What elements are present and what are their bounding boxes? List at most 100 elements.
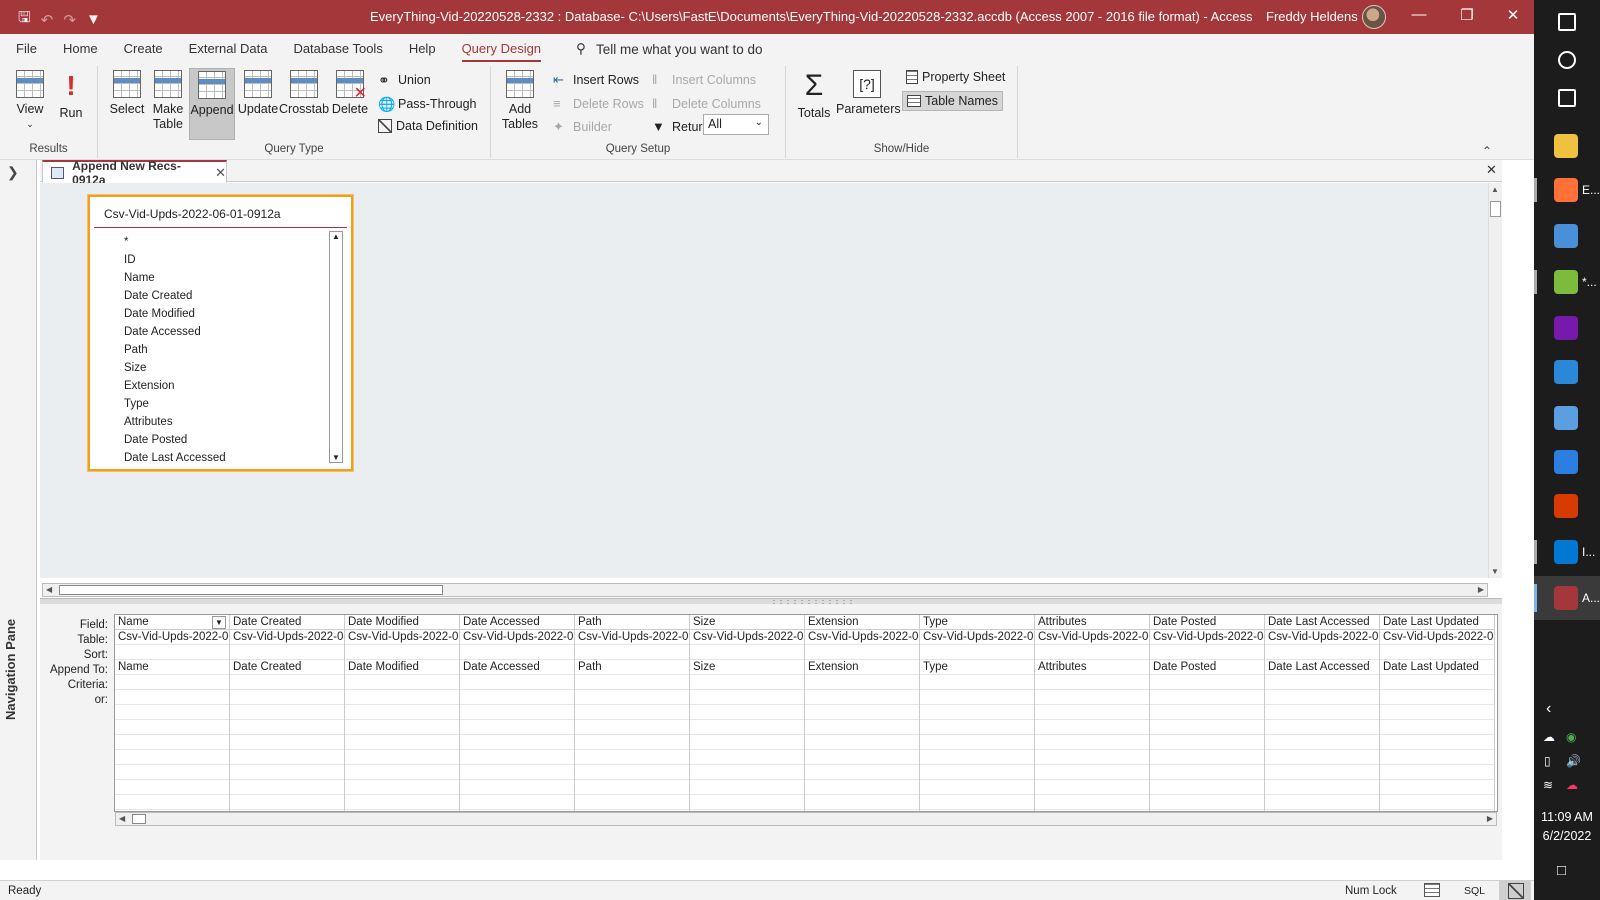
totals-button[interactable]: Σ Totals xyxy=(794,70,834,121)
grid-sort-cell[interactable] xyxy=(460,645,574,660)
grid-empty-cell[interactable] xyxy=(115,735,229,750)
design-view-icon[interactable] xyxy=(1499,881,1531,900)
grid-empty-cell[interactable] xyxy=(1150,765,1264,780)
add-tables-button[interactable]: Add Tables xyxy=(499,70,541,132)
taskbar-item[interactable] xyxy=(1534,214,1600,258)
grid-or-cell[interactable] xyxy=(460,690,574,705)
grid-empty-cell[interactable] xyxy=(230,750,344,765)
run-button[interactable]: ! Run xyxy=(55,70,87,121)
grid-empty-cell[interactable] xyxy=(1265,720,1379,735)
grid-criteria-cell[interactable] xyxy=(115,675,229,690)
grid-empty-cell[interactable] xyxy=(115,750,229,765)
grid-empty-cell[interactable] xyxy=(805,720,919,735)
taskbar-item[interactable] xyxy=(1534,484,1600,528)
tell-me-search[interactable]: ⚲ Tell me what you want to do xyxy=(576,41,762,57)
grid-empty-cell[interactable] xyxy=(1265,795,1379,810)
delete-query-button[interactable]: ✕ Delete xyxy=(330,70,370,117)
grid-table-cell[interactable]: Csv-Vid-Upds-2022-06 xyxy=(345,630,459,645)
navigation-pane[interactable]: ❯ Navigation Pane xyxy=(0,160,37,860)
grid-empty-cell[interactable] xyxy=(115,780,229,795)
grid-empty-cell[interactable] xyxy=(345,750,459,765)
field-list-title[interactable]: Csv-Vid-Upds-2022-06-01-0912a xyxy=(104,207,281,221)
grid-empty-cell[interactable] xyxy=(1265,735,1379,750)
grid-append-to-cell[interactable]: Attributes xyxy=(1035,660,1149,675)
grid-empty-cell[interactable] xyxy=(575,750,689,765)
user-name[interactable]: Freddy Heldens xyxy=(1266,9,1358,24)
grid-table-cell[interactable]: Csv-Vid-Upds-2022-06 xyxy=(1265,630,1379,645)
grid-empty-cell[interactable] xyxy=(115,795,229,810)
grid-empty-cell[interactable] xyxy=(1380,780,1494,795)
grid-empty-cell[interactable] xyxy=(460,780,574,795)
grid-field-cell[interactable]: Date Last Accessed xyxy=(1265,615,1379,630)
grid-field-cell[interactable]: Path xyxy=(575,615,689,630)
grid-empty-cell[interactable] xyxy=(1150,735,1264,750)
grid-field-cell[interactable]: Size xyxy=(690,615,804,630)
field-item[interactable]: * xyxy=(124,233,226,251)
close-tab-icon[interactable]: ✕ xyxy=(215,165,226,181)
grid-append-to-cell[interactable]: Type xyxy=(920,660,1034,675)
view-button[interactable]: View ⌄ xyxy=(10,70,50,132)
grid-empty-cell[interactable] xyxy=(690,795,804,810)
delete-columns-button[interactable]: ‖ Delete Columns xyxy=(652,96,761,112)
grid-empty-cell[interactable] xyxy=(345,735,459,750)
grid-sort-cell[interactable] xyxy=(345,645,459,660)
parameters-button[interactable]: [?] Parameters xyxy=(836,70,901,117)
grid-empty-cell[interactable] xyxy=(1380,720,1494,735)
close-document-icon[interactable]: ✕ xyxy=(1486,162,1497,178)
grid-empty-cell[interactable] xyxy=(690,705,804,720)
grid-field-cell[interactable]: Date Last Updated xyxy=(1380,615,1494,630)
grid-field-cell[interactable]: Name ▼ xyxy=(115,615,229,630)
grid-field-cell[interactable]: Date Accessed xyxy=(460,615,574,630)
tab-home[interactable]: Home xyxy=(50,34,111,64)
grid-table-cell[interactable]: Csv-Vid-Upds-2022-06 xyxy=(1380,630,1494,645)
table-field-list[interactable]: Csv-Vid-Upds-2022-06-01-0912a * ID Name … xyxy=(88,195,353,471)
return-select[interactable]: All ⌄ xyxy=(703,114,769,135)
grid-empty-cell[interactable] xyxy=(1380,750,1494,765)
field-item[interactable]: Date Last Accessed xyxy=(124,449,226,467)
grid-field-cell[interactable]: Date Modified xyxy=(345,615,459,630)
grid-empty-cell[interactable] xyxy=(345,765,459,780)
grid-empty-cell[interactable] xyxy=(460,750,574,765)
field-item[interactable]: Date Posted xyxy=(124,431,226,449)
grid-sort-cell[interactable] xyxy=(1265,645,1379,660)
grid-empty-cell[interactable] xyxy=(1150,750,1264,765)
grid-empty-cell[interactable] xyxy=(1150,795,1264,810)
field-item[interactable]: Date Modified xyxy=(124,305,226,323)
taskbar-item[interactable] xyxy=(1534,76,1600,120)
grid-empty-cell[interactable] xyxy=(460,765,574,780)
grid-or-cell[interactable] xyxy=(1150,690,1264,705)
cloud-sync-icon[interactable]: ☁ xyxy=(1566,778,1578,792)
grid-empty-cell[interactable] xyxy=(460,795,574,810)
grid-or-cell[interactable] xyxy=(1265,690,1379,705)
grid-or-cell[interactable] xyxy=(115,690,229,705)
field-item[interactable]: Name xyxy=(124,269,226,287)
save-icon[interactable]: 🖫 xyxy=(18,7,31,32)
grid-empty-cell[interactable] xyxy=(1035,750,1149,765)
grid-append-to-cell[interactable]: Date Last Accessed xyxy=(1265,660,1379,675)
redo-icon[interactable]: ↷ xyxy=(63,11,76,29)
grid-field-cell[interactable]: Attributes xyxy=(1035,615,1149,630)
grid-table-cell[interactable]: Csv-Vid-Upds-2022-06 xyxy=(1150,630,1264,645)
grid-empty-cell[interactable] xyxy=(920,750,1034,765)
tab-query-design[interactable]: Query Design xyxy=(449,34,554,64)
tab-help[interactable]: Help xyxy=(396,34,449,64)
grid-or-cell[interactable] xyxy=(345,690,459,705)
grid-empty-cell[interactable] xyxy=(920,735,1034,750)
grid-table-cell[interactable]: Csv-Vid-Upds-2022-06 xyxy=(575,630,689,645)
grid-empty-cell[interactable] xyxy=(1380,765,1494,780)
grid-empty-cell[interactable] xyxy=(460,735,574,750)
grid-empty-cell[interactable] xyxy=(805,750,919,765)
onedrive-icon[interactable]: ☁ xyxy=(1543,730,1555,744)
grid-sort-cell[interactable] xyxy=(920,645,1034,660)
field-item[interactable]: Size xyxy=(124,359,226,377)
grid-empty-cell[interactable] xyxy=(1150,705,1264,720)
builder-button[interactable]: ✦ Builder xyxy=(553,119,612,135)
grid-empty-cell[interactable] xyxy=(920,795,1034,810)
notification-center-icon[interactable]: □ xyxy=(1557,862,1566,879)
delete-rows-button[interactable]: ≡ Delete Rows xyxy=(553,96,644,112)
taskbar-item[interactable] xyxy=(1534,440,1600,484)
wifi-icon[interactable]: ≋ xyxy=(1543,778,1553,792)
grid-empty-cell[interactable] xyxy=(575,705,689,720)
grid-empty-cell[interactable] xyxy=(690,750,804,765)
grid-empty-cell[interactable] xyxy=(230,795,344,810)
